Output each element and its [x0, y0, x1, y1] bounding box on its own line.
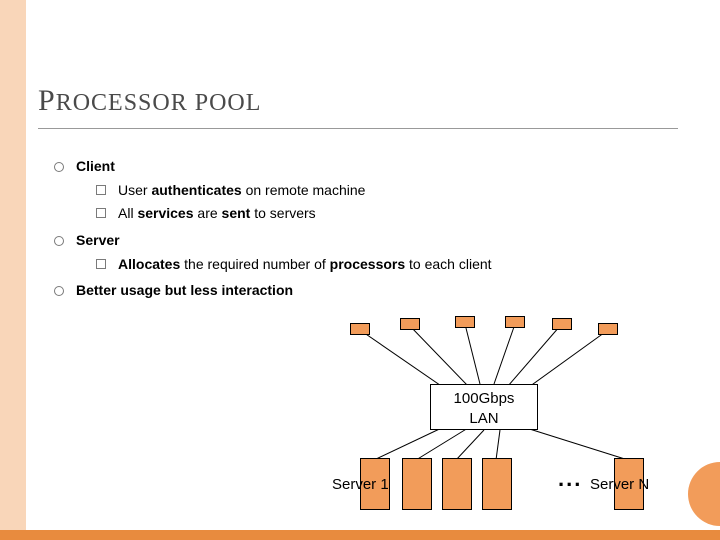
text-bold: sent	[222, 205, 251, 221]
title-divider	[38, 128, 678, 129]
server-n-label: Server N	[590, 476, 649, 493]
network-diagram: 100Gbps LAN Server 1 ... Server N	[250, 320, 680, 520]
lan-box: 100Gbps LAN	[430, 384, 538, 430]
client-box-icon	[400, 318, 420, 330]
server-heading: Server	[76, 232, 120, 248]
client-box-icon	[350, 323, 370, 335]
text: to servers	[250, 205, 315, 221]
text: on remote machine	[242, 182, 366, 198]
client-heading: Client	[76, 158, 115, 174]
better-text: Better usage but less interaction	[76, 282, 293, 298]
text-bold: processors	[330, 256, 405, 272]
server-box-icon	[482, 458, 512, 510]
server-box-icon	[442, 458, 472, 510]
client-box-icon	[505, 316, 525, 328]
content-area: Client User authenticates on remote mach…	[54, 156, 684, 307]
text: All	[118, 205, 137, 221]
client-box-icon	[598, 323, 618, 335]
text-bold: Allocates	[118, 256, 180, 272]
text: User	[118, 182, 151, 198]
lan-speed-label: 100Gbps	[431, 389, 537, 409]
text-bold: services	[137, 205, 193, 221]
text: to each client	[405, 256, 491, 272]
server-1-label: Server 1	[332, 476, 389, 493]
bullet-client: Client User authenticates on remote mach…	[54, 156, 684, 225]
lan-label: LAN	[431, 409, 537, 429]
bullet-client-auth: User authenticates on remote machine	[96, 180, 684, 202]
ellipsis-icon: ...	[558, 466, 582, 492]
corner-circle-icon	[688, 462, 720, 526]
title-word2: POOL	[188, 90, 262, 116]
slide: PROCESSOR POOL Client User authenticates…	[0, 0, 720, 540]
title-initial: P	[38, 84, 56, 117]
slide-title: PROCESSOR POOL	[38, 84, 261, 118]
title-word1-rest: ROCESSOR	[56, 90, 188, 116]
bottom-accent-bar	[0, 530, 720, 540]
server-box-icon	[402, 458, 432, 510]
text-bold: authenticates	[151, 182, 241, 198]
client-box-icon	[552, 318, 572, 330]
bullet-server-allocates: Allocates the required number of process…	[96, 254, 684, 276]
client-box-icon	[455, 316, 475, 328]
text: the required number of	[180, 256, 329, 272]
bullet-client-services: All services are sent to servers	[96, 203, 684, 225]
text: are	[194, 205, 222, 221]
bullet-better: Better usage but less interaction	[54, 280, 684, 302]
bullet-server: Server Allocates the required number of …	[54, 230, 684, 275]
left-accent-bar	[0, 0, 26, 540]
